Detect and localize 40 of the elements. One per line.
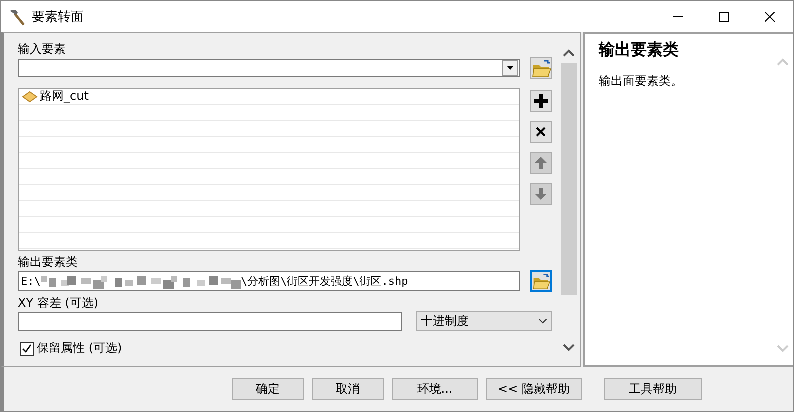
scrollbar-thumb[interactable] [561,63,577,295]
help-text: 输出面要素类。 [599,73,684,90]
input-dropdown[interactable] [18,59,520,77]
scroll-down-icon [777,344,789,353]
folder-icon [532,272,550,290]
checkbox[interactable] [20,342,34,356]
field-label: XY 容差 (可选) [18,295,100,311]
plus-icon [534,94,548,108]
folder-icon [531,58,551,78]
dialog-button[interactable]: 确定 [232,378,304,400]
browse-button[interactable] [530,270,552,292]
checkmark-icon [22,344,32,353]
dialog-button[interactable]: << 隐藏帮助 [486,378,582,400]
close-icon [536,127,546,137]
help-title: 输出要素类 [599,40,680,61]
field-label: 输入要素 [18,41,67,57]
close-icon [765,12,775,22]
add-button[interactable] [530,90,552,112]
chevron-down-icon [539,318,547,324]
scroll-up-icon [563,49,575,58]
tolerance-field[interactable] [18,312,402,330]
caret-icon [506,66,514,70]
field-label: 输出要素类 [18,254,79,270]
layer-icon [22,90,38,102]
output-path-field[interactable]: E:\ \分析图\街区开发强度\街区.shp [18,271,520,291]
window-title: 要素转面 [32,8,84,26]
remove-button[interactable] [530,121,552,143]
arrow-down-icon [535,188,547,200]
hammer-icon [8,8,26,26]
dialog-button[interactable]: 工具帮助 [604,378,702,400]
maximize-icon [719,12,729,22]
checkbox-label: 保留属性 (可选) [37,340,122,357]
dialog-button[interactable]: 取消 [312,378,384,400]
scroll-down-icon [563,343,575,352]
arrow-up-icon [535,157,547,169]
browse-button[interactable] [530,57,552,79]
dialog-button[interactable]: 环境... [392,378,478,400]
list-item[interactable]: 路网_cut [40,89,89,105]
scroll-up-icon [777,58,789,67]
unit-dropdown[interactable]: 十进制度 [416,311,552,331]
